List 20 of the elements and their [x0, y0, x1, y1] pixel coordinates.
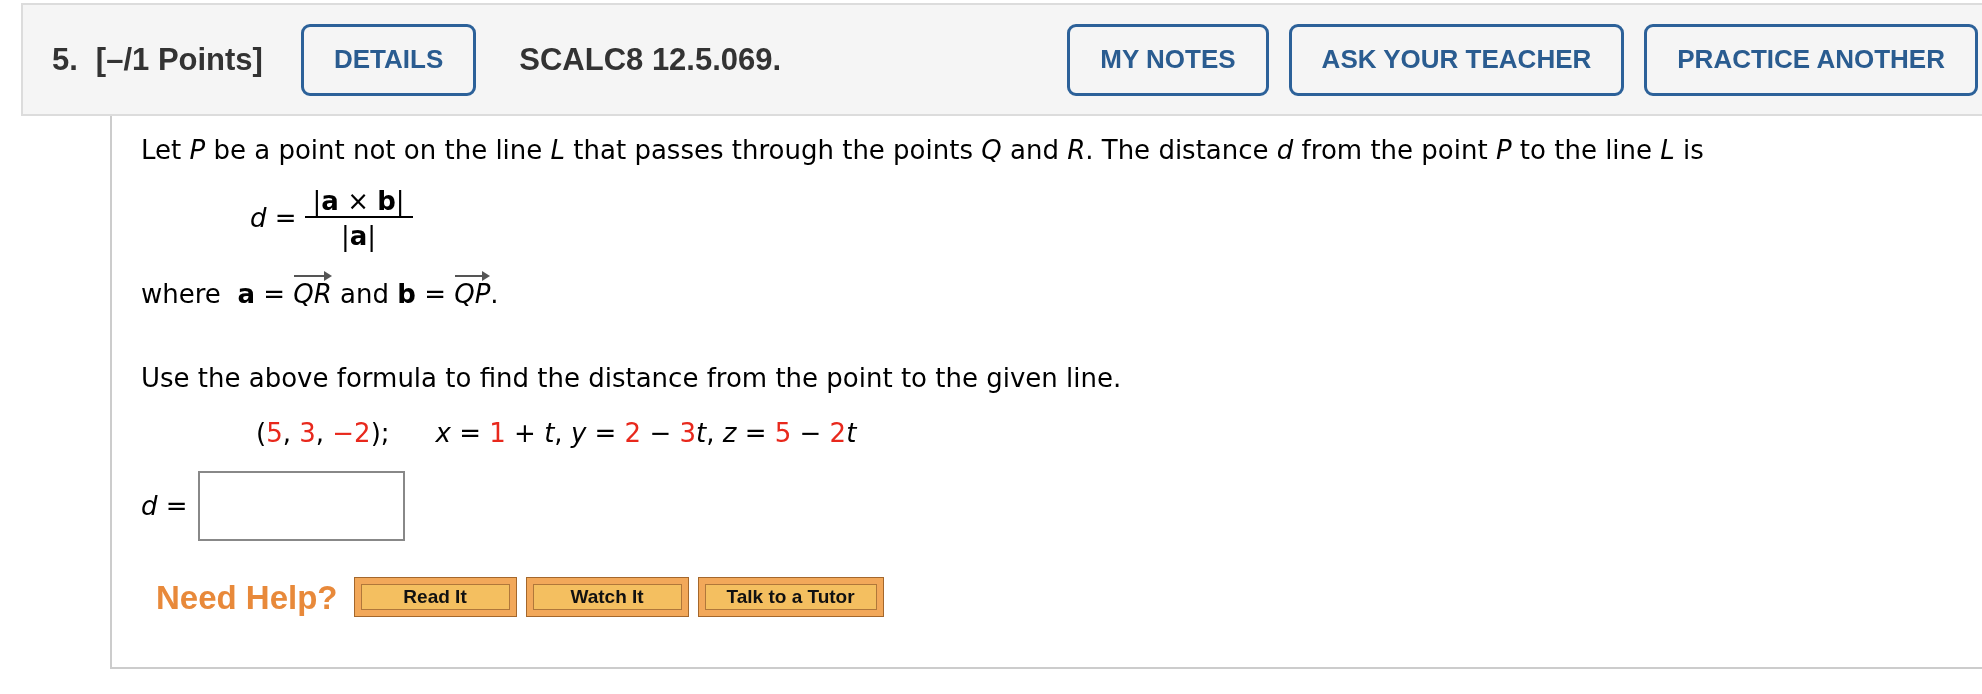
practice-button[interactable]: PRACTICE ANOTHER [1644, 23, 1978, 96]
read-it-button[interactable]: Read It [353, 577, 517, 617]
fraction-denominator: |a| [340, 220, 378, 251]
tutor-button[interactable]: Talk to a Tutor [697, 577, 884, 617]
problem-text: Let P be a point not on the line L that passes through the points Q and R. The distance d from the point P to the line L is [141, 135, 1705, 166]
instruction-text: Use the above formula to find the distance from the point to the given line. [141, 363, 1123, 394]
line-equation: x = 1 + t, y = 2 − 3t, z = 5 − 2t [435, 418, 857, 449]
question-code: SCALC8 12.5.069. [519, 41, 782, 78]
fraction-numerator: |a × b| [304, 186, 413, 218]
notes-button[interactable]: MY NOTES [1067, 23, 1269, 96]
question-number: 5. [52, 41, 78, 78]
ask-teacher-button[interactable]: ASK YOUR TEACHER [1288, 23, 1625, 96]
formula-lhs: d = [250, 203, 297, 234]
answer-label: d = [141, 490, 188, 522]
details-button[interactable]: DETAILS [300, 23, 477, 96]
answer-field[interactable] [197, 471, 405, 541]
watch-it-button[interactable]: Watch It [525, 577, 689, 617]
points-label: [–/1 Points] [95, 41, 263, 78]
given-point: (5, 3, −2); [256, 418, 390, 449]
definition-text: where a = QR and b = QP. [141, 269, 1982, 310]
